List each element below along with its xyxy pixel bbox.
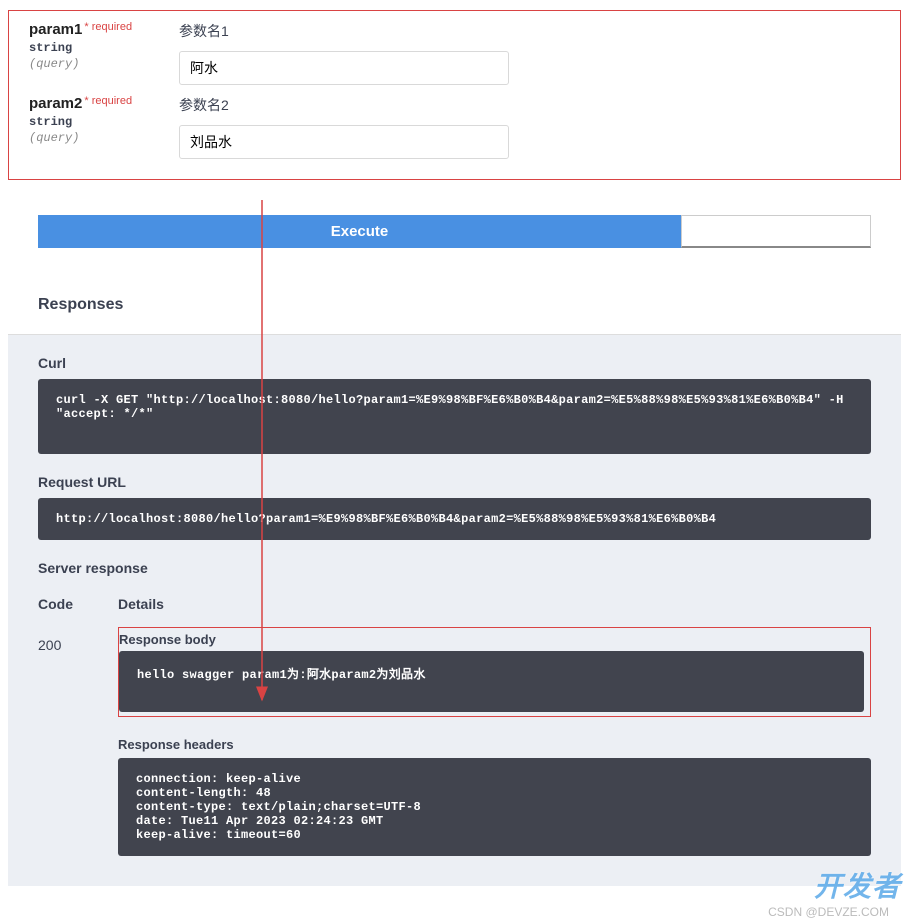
param-type: string: [29, 115, 179, 129]
param-description: 参数名1: [179, 21, 880, 41]
response-code: 200: [38, 627, 118, 653]
responses-heading: Responses: [38, 296, 901, 314]
request-url-label: Request URL: [38, 474, 871, 490]
execute-button[interactable]: Execute: [38, 215, 681, 248]
request-url-value: http://localhost:8080/hello?param1=%E9%9…: [38, 498, 871, 540]
details-header: Details: [118, 596, 164, 612]
curl-label: Curl: [38, 355, 871, 371]
param2-input[interactable]: [179, 125, 509, 159]
param1-input[interactable]: [179, 51, 509, 85]
server-response-label: Server response: [38, 560, 871, 576]
param-location: (query): [29, 131, 179, 145]
param-name: param2: [29, 95, 82, 112]
param-row-param1: param1* required string (query) 参数名1: [29, 21, 880, 85]
code-header: Code: [38, 596, 118, 612]
response-body-label: Response body: [119, 632, 864, 647]
required-badge: * required: [84, 95, 132, 107]
response-body-highlight: Response body hello swagger param1为:阿水pa…: [118, 627, 871, 717]
curl-command: curl -X GET "http://localhost:8080/hello…: [38, 379, 871, 454]
param-description: 参数名2: [179, 95, 880, 115]
param-type: string: [29, 41, 179, 55]
response-headers: connection: keep-alive content-length: 4…: [118, 758, 871, 856]
param-row-param2: param2* required string (query) 参数名2: [29, 95, 880, 159]
watermark-sub: CSDN @DEVZE.COM: [768, 905, 889, 919]
response-headers-label: Response headers: [118, 737, 871, 752]
responses-section: Curl curl -X GET "http://localhost:8080/…: [8, 334, 901, 886]
clear-button[interactable]: [681, 215, 871, 248]
param-location: (query): [29, 57, 179, 71]
required-badge: * required: [84, 21, 132, 33]
response-body: hello swagger param1为:阿水param2为刘品水: [119, 651, 864, 712]
param-name: param1: [29, 21, 82, 38]
parameters-section: param1* required string (query) 参数名1 par…: [8, 10, 901, 180]
